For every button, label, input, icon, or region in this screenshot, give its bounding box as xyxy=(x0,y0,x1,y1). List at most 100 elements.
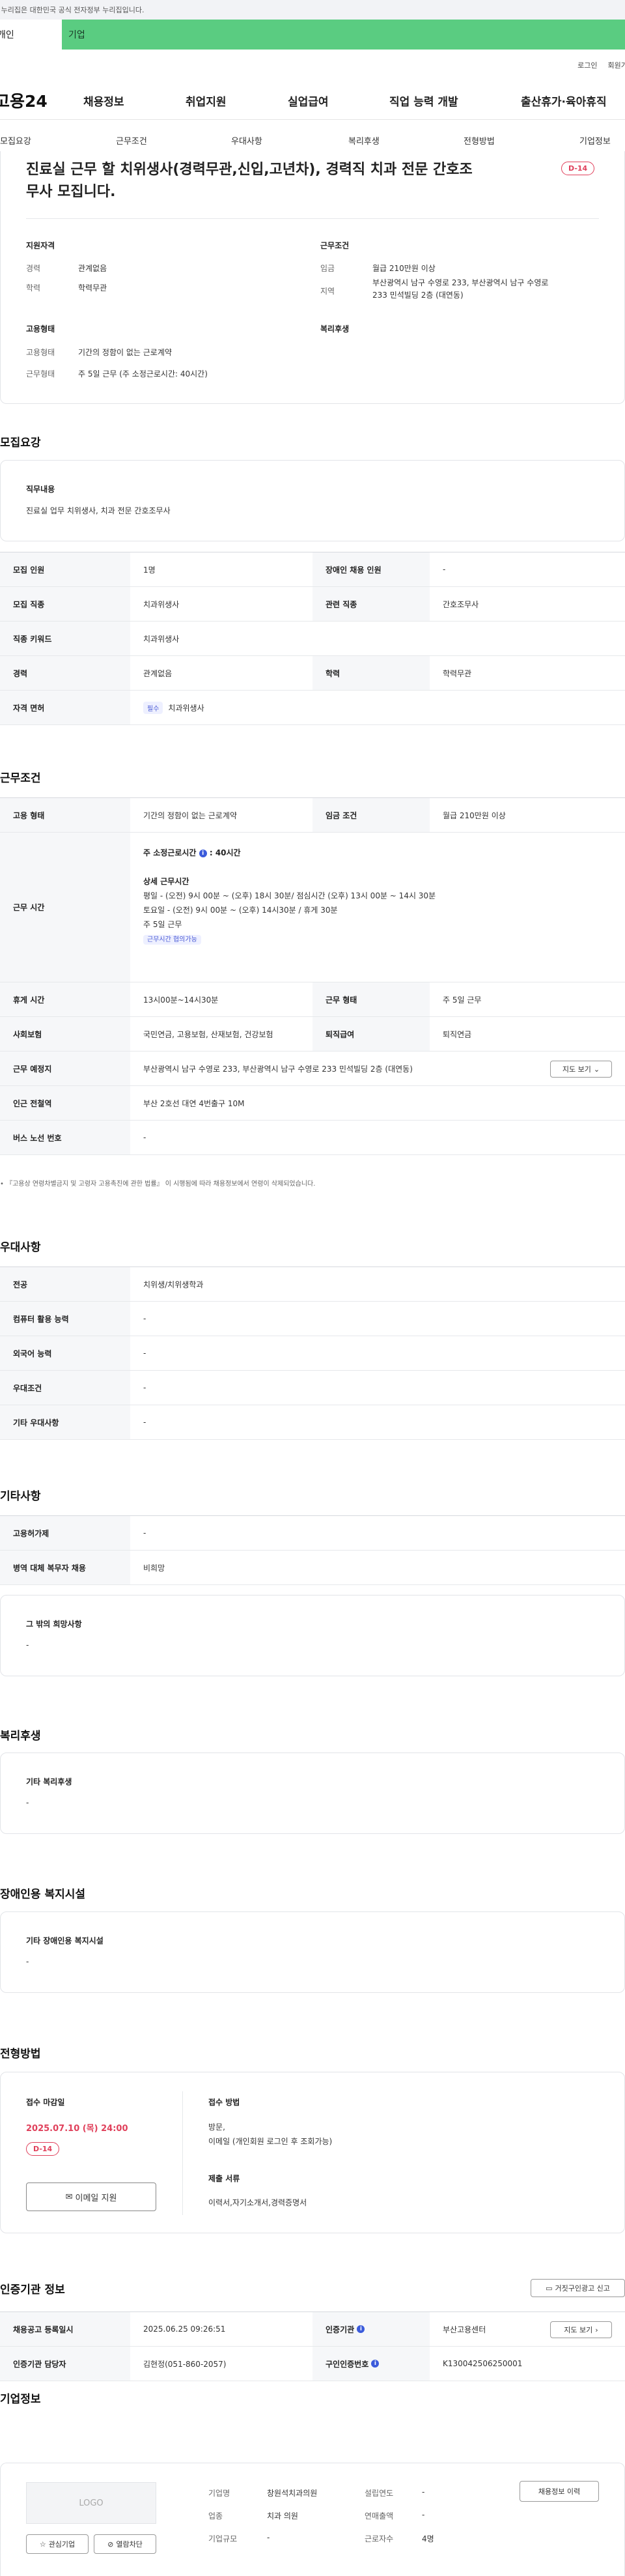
table-row: 전공 치위생/치위생학과 xyxy=(0,1267,625,1302)
document-icon: ▭ xyxy=(546,2283,553,2293)
docs-heading: 제출 서류 xyxy=(208,2174,240,2183)
welfare-title: 복리후생 xyxy=(0,1730,41,1743)
etc-table: 고용허가제 - 병역 대체 복무자 채용 비희망 xyxy=(0,1515,625,1585)
disabled-title: 장애인용 복지시설 xyxy=(0,1888,86,1901)
gnb-unemployment-benefit[interactable]: 실업급여 xyxy=(288,93,329,109)
edu-label: 학력 xyxy=(26,283,41,293)
region-label: 지역 xyxy=(320,287,335,296)
note-bullet: • xyxy=(0,1181,7,1188)
table-row: 고용 형태 기간의 정함이 없는 근로계약 임금 조건 월급 210만원 이상 xyxy=(0,798,625,833)
member-type-tabs: 개인 기업 xyxy=(0,20,625,50)
table-row: 모집 직종 치과위생사 관련 직종 간호조무사 xyxy=(0,587,625,622)
disabled-card xyxy=(0,1911,625,1993)
apply-title: 전형방법 xyxy=(0,2048,41,2061)
recruit-table: 모집 인원 1명 장애인 채용 인원 - 모집 직종 치과위생사 관련 직종 간… xyxy=(0,552,625,725)
hope-value: - xyxy=(26,1640,29,1650)
subnav-welfare[interactable]: 복리후생 xyxy=(348,134,380,147)
company-name-label: 기업명 xyxy=(208,2489,230,2498)
weekly-hours: 주 소정근로시간 i : 40시간 xyxy=(143,848,241,857)
method-value: 방문, 이메일 (개인회원 로그인 후 조회가능) xyxy=(208,2123,333,2146)
report-fake-ad-button[interactable]: ▭ 거짓구인광고 신고 xyxy=(531,2279,625,2297)
login-link[interactable]: 로그인 xyxy=(577,60,597,70)
table-row: 기타 우대사항 - xyxy=(0,1405,625,1440)
pref-title: 우대사항 xyxy=(0,1241,41,1254)
detail-hours-heading: 상세 근무시간 xyxy=(143,877,189,886)
emp-heading: 고용형태 xyxy=(26,324,55,334)
age-note: • 『고용상 연령차별금지 및 고령자 고용촉진에 관한 법률』 이 시행됨에 … xyxy=(0,1181,316,1188)
subnav-pref[interactable]: 우대사항 xyxy=(231,134,262,147)
founded-label: 설립연도 xyxy=(365,2489,394,2498)
chevron-right-icon: › xyxy=(595,2325,598,2334)
info-icon[interactable]: i xyxy=(371,2360,380,2368)
tab-business[interactable]: 기업 xyxy=(62,20,85,50)
info-icon[interactable]: i xyxy=(199,849,207,857)
table-row: 근무 예정지 부산광역시 남구 수영로 233, 부산광역시 남구 수영로 23… xyxy=(0,1052,625,1086)
recruit-title: 모집요강 xyxy=(0,436,41,450)
apply-dday-badge: D-14 xyxy=(26,2142,60,2156)
table-row: 버스 노선 번호 - xyxy=(0,1121,625,1155)
wage-label: 임금 xyxy=(320,264,335,273)
emptype-label: 고용형태 xyxy=(26,348,55,357)
agency-title: 인증기관 정보 xyxy=(0,2283,65,2297)
gnb-employment-support[interactable]: 취업지원 xyxy=(186,93,227,109)
employees-label: 근로자수 xyxy=(365,2534,394,2543)
deadline-heading: 접수 마감일 xyxy=(26,2098,65,2107)
signup-link[interactable]: 회원가입 xyxy=(608,60,625,70)
email-apply-button[interactable]: ✉ 이메일 지원 xyxy=(26,2182,156,2211)
company-title: 기업정보 xyxy=(0,2393,41,2406)
license-value: 치과위생사 xyxy=(168,703,204,713)
job-history-button[interactable]: 채용정보 이력 xyxy=(520,2481,599,2502)
info-icon[interactable]: i xyxy=(357,2325,365,2333)
table-row: 모집 인원 1명 장애인 채용 인원 - xyxy=(0,552,625,587)
career-label: 경력 xyxy=(26,264,41,273)
favorite-company-button[interactable]: ☆ 관심기업 xyxy=(26,2534,89,2554)
subnav-company[interactable]: 기업정보 xyxy=(579,134,611,147)
site-logo[interactable]: 고용24 xyxy=(0,89,73,112)
worktype-value: 주 5일 근무 (주 소정근로시간: 40시간) xyxy=(78,369,208,379)
method-heading: 접수 방법 xyxy=(208,2098,240,2107)
subnav-work[interactable]: 근무조건 xyxy=(116,134,147,147)
gov-banner-text: 이 누리집은 대한민국 공식 전자정부 누리집입니다. xyxy=(0,6,145,14)
job-title: 진료실 근무 할 치위생사(경력무관,신입,고년차), 경력직 치과 전문 간호… xyxy=(26,162,473,200)
table-row: 경력 관계없음 학력 학력무관 xyxy=(0,656,625,691)
welfare-box-heading: 기타 복리후생 xyxy=(26,1777,72,1786)
founded-value: - xyxy=(422,2487,425,2497)
duty-card xyxy=(0,460,625,541)
hope-card xyxy=(0,1595,625,1676)
table-row: 채용공고 등록일시 2025.06.25 09:26:51 인증기관 i 부산고… xyxy=(0,2312,625,2347)
subnav-recruit[interactable]: 모집요강 xyxy=(0,134,31,147)
gnb-vocational-training[interactable]: 직업 능력 개발 xyxy=(389,93,458,109)
hope-heading: 그 밖의 희망사항 xyxy=(26,1620,82,1629)
work-title: 근무조건 xyxy=(0,772,41,785)
table-row: 외국어 능력 - xyxy=(0,1336,625,1371)
table-row: 자격 면허 필수 치과위생사 xyxy=(0,691,625,725)
util-links: 로그인 회원가입 xyxy=(0,50,625,81)
gnb-jobs[interactable]: 채용정보 xyxy=(83,93,124,109)
detail-hours-weekday: 평일 - (오전) 9시 00분 ~ (오후) 18시 30분/ 점심시간 (오… xyxy=(143,891,436,900)
industry-value: 치과 의원 xyxy=(267,2512,298,2521)
table-row: 우대조건 - xyxy=(0,1371,625,1405)
table-row: 직종 키워드 치과위생사 xyxy=(0,622,625,656)
region-value: 부산광역시 남구 수영로 233, 부산광역시 남구 수영로 233 민석빌딩 … xyxy=(372,278,549,300)
qual-heading: 지원자격 xyxy=(26,241,55,250)
industry-label: 업종 xyxy=(208,2512,223,2521)
map-button[interactable]: 지도 보기 ⌄ xyxy=(550,1061,612,1078)
agency-map-button[interactable]: 지도 보기 › xyxy=(550,2321,612,2338)
work-table: 고용 형태 기간의 정함이 없는 근로계약 임금 조건 월급 210만원 이상 … xyxy=(0,797,625,1155)
employees-value: 4명 xyxy=(422,2534,434,2543)
deadline-value: 2025.07.10 (목) 24:00 xyxy=(26,2124,128,2134)
subnav-apply[interactable]: 전형방법 xyxy=(464,134,495,147)
table-row: 인증기관 담당자 김현정(051-860-2057) 구인인증번호 i K130… xyxy=(0,2347,625,2381)
career-value: 관계없음 xyxy=(78,264,107,273)
edu-value: 학력무관 xyxy=(78,283,107,293)
welfare-card xyxy=(0,1753,625,1834)
star-icon: ☆ xyxy=(39,2540,46,2549)
gnb-parental-leave[interactable]: 출산휴가·육아휴직 xyxy=(521,93,607,109)
block-view-button[interactable]: ⊘ 열람차단 xyxy=(94,2534,156,2554)
detail-hours-days: 주 5일 근무 xyxy=(143,920,182,929)
company-logo: LOGO xyxy=(26,2482,156,2524)
required-chip: 필수 xyxy=(143,701,163,714)
welfare-heading: 복리후생 xyxy=(320,324,350,334)
table-row: 근무 시간 주 소정근로시간 i : 40시간 상세 근무시간 평일 - (오전… xyxy=(0,833,625,982)
tab-person[interactable]: 개인 xyxy=(0,20,62,50)
